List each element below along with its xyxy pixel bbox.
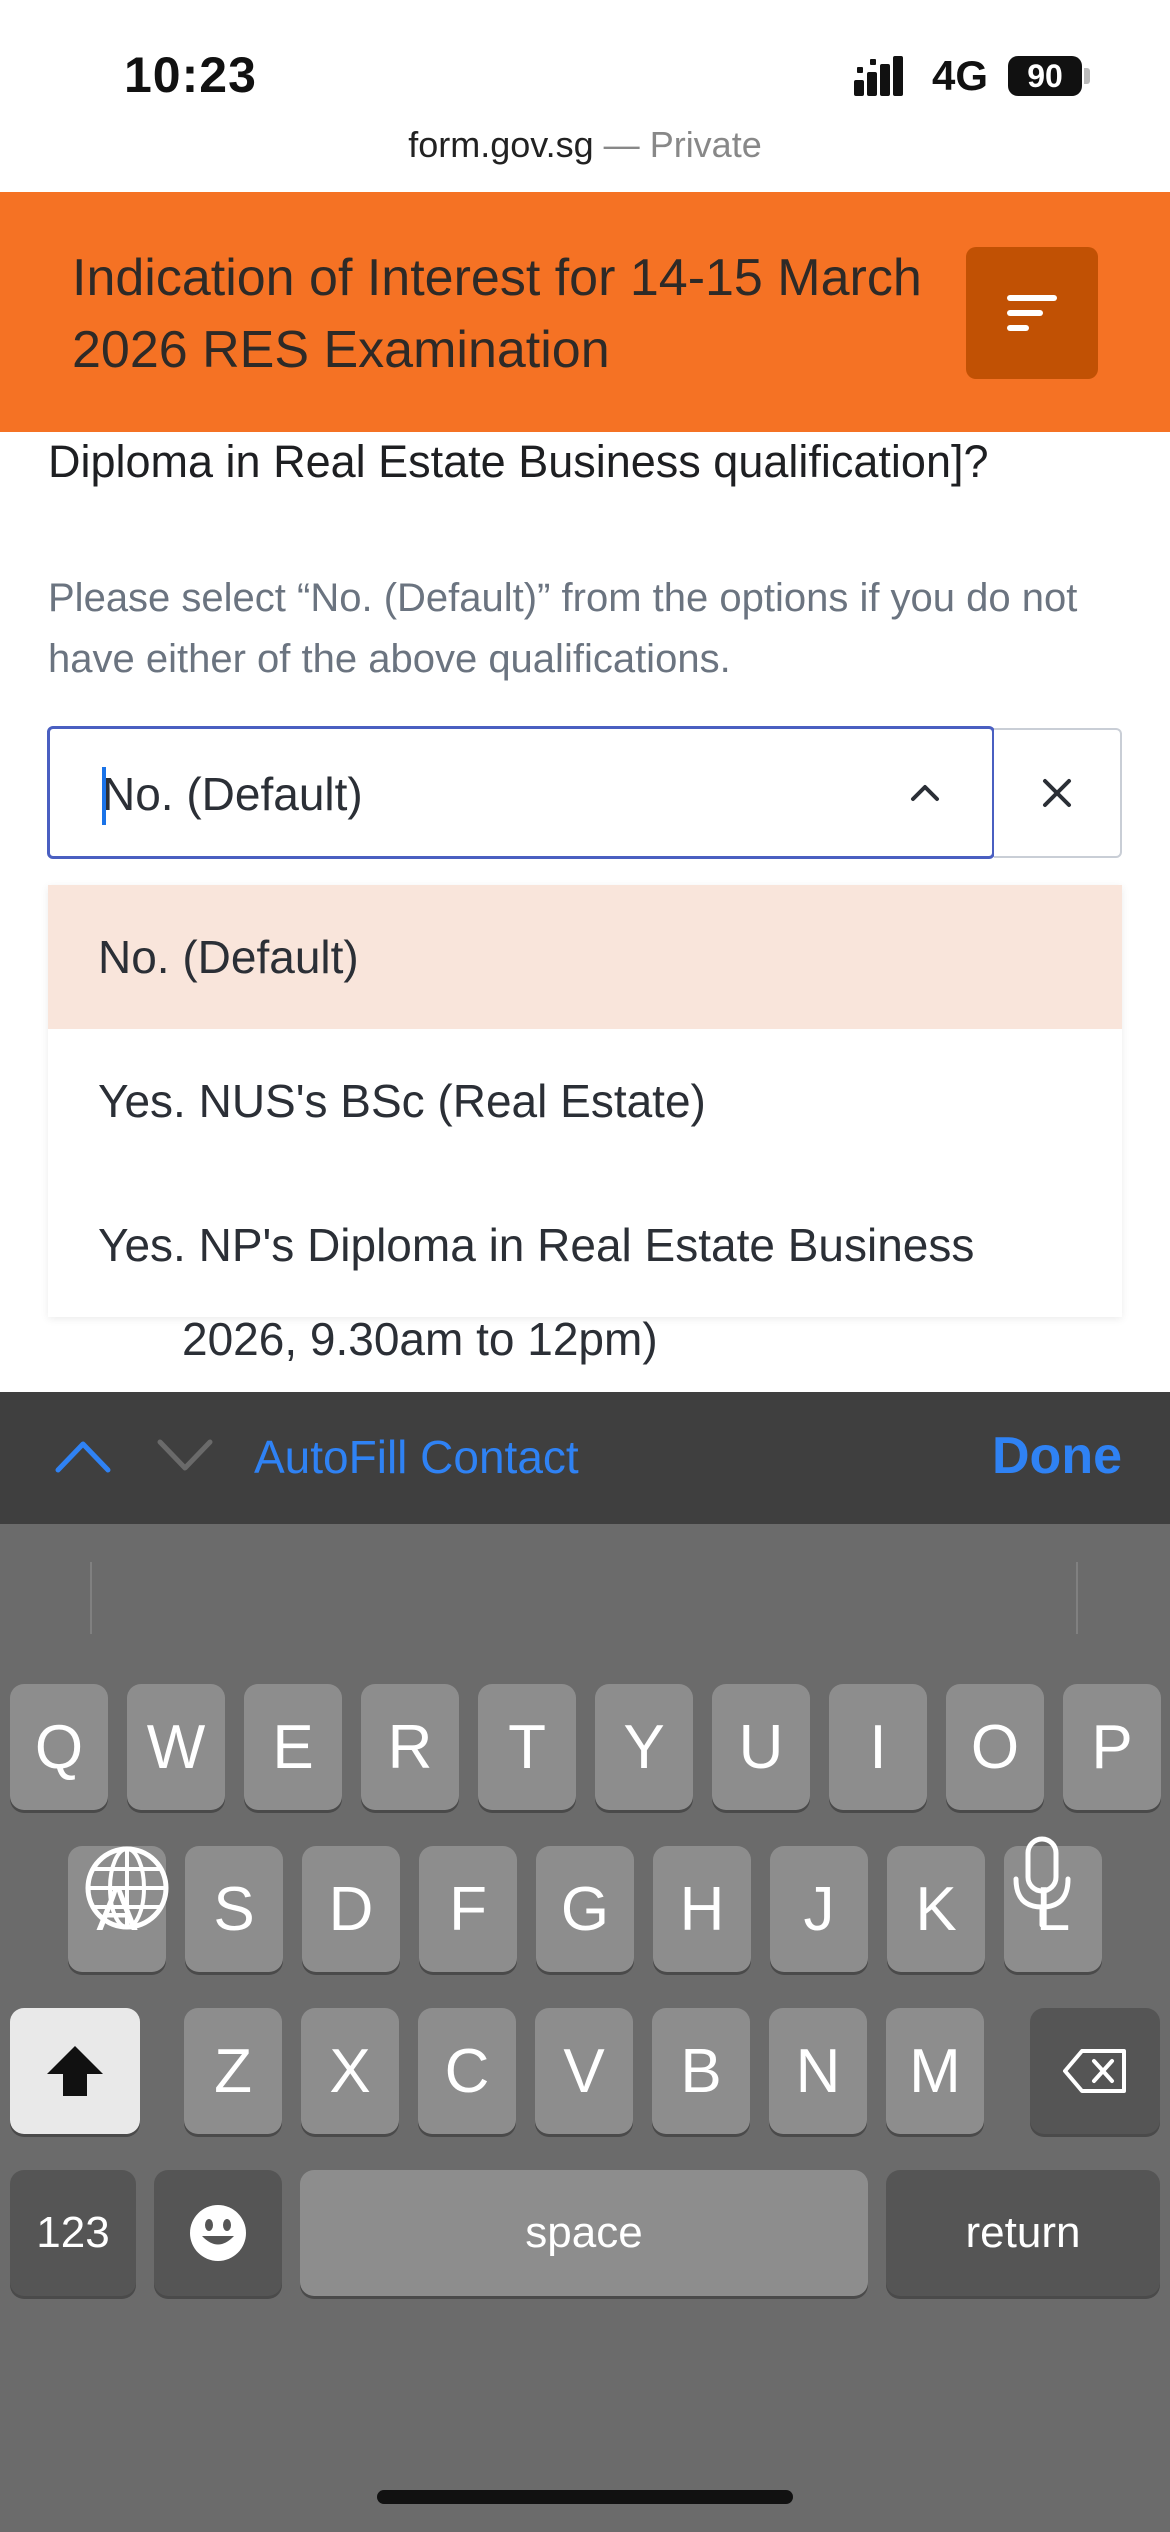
select-value: No. (Default) [102, 768, 363, 820]
prediction-divider [1076, 1562, 1078, 1634]
question-label: Diploma in Real Estate Business qualific… [48, 436, 989, 487]
emoji-key[interactable] [154, 2170, 282, 2296]
key-d[interactable]: D [302, 1846, 400, 1972]
key-u[interactable]: U [712, 1684, 810, 1810]
menu-button[interactable] [966, 247, 1098, 379]
url-domain: form.gov.sg [408, 124, 594, 165]
shift-key[interactable] [10, 2008, 140, 2134]
form-title: Indication of Interest for 14-15 March 2… [72, 249, 922, 379]
question-hint: Please select “No. (Default)” from the o… [48, 576, 1078, 681]
keyboard-accessory-bar: AutoFill Contact Done [0, 1392, 1170, 1524]
globe-icon[interactable] [84, 1845, 170, 1931]
prediction-divider [90, 1562, 92, 1634]
network-label: 4G [932, 52, 989, 99]
menu-icon [1007, 295, 1057, 331]
clear-selection-button[interactable] [994, 728, 1122, 858]
home-indicator[interactable] [377, 2490, 793, 2504]
key-z[interactable]: Z [184, 2008, 282, 2134]
dropdown-options: No. (Default) Yes. NUS's BSc (Real Estat… [48, 885, 1122, 1317]
next-field-icon[interactable] [156, 1438, 214, 1474]
previous-field-icon[interactable] [54, 1438, 112, 1474]
numbers-key[interactable]: 123 [10, 2170, 136, 2296]
signal-icon [854, 56, 903, 96]
option-nus-bsc[interactable]: Yes. NUS's BSc (Real Estate) [48, 1029, 1122, 1173]
close-icon [1043, 779, 1071, 807]
key-b[interactable]: B [652, 2008, 750, 2134]
shift-icon [47, 2046, 103, 2096]
key-t[interactable]: T [478, 1684, 576, 1810]
key-k[interactable]: K [887, 1846, 985, 1972]
key-i[interactable]: I [829, 1684, 927, 1810]
key-x[interactable]: X [301, 2008, 399, 2134]
return-key[interactable]: return [886, 2170, 1160, 2296]
key-r[interactable]: R [361, 1684, 459, 1810]
key-g[interactable]: G [536, 1846, 634, 1972]
emoji-icon [190, 2205, 246, 2261]
status-bar: 10:23 4G 90 form.gov.sg — Private [0, 0, 1170, 192]
backspace-key[interactable] [1030, 2008, 1160, 2134]
key-e[interactable]: E [244, 1684, 342, 1810]
form-header: Indication of Interest for 14-15 March 2… [0, 192, 1170, 432]
battery-icon: 90 [1008, 56, 1082, 96]
autofill-contact-button[interactable]: AutoFill Contact [254, 1430, 579, 1484]
key-q[interactable]: Q [10, 1684, 108, 1810]
key-h[interactable]: H [653, 1846, 751, 1972]
key-v[interactable]: V [535, 2008, 633, 2134]
key-y[interactable]: Y [595, 1684, 693, 1810]
url-bar[interactable]: form.gov.sg — Private [0, 124, 1170, 166]
battery-tip [1084, 68, 1090, 84]
microphone-icon[interactable] [1010, 1835, 1074, 1931]
done-button[interactable]: Done [992, 1426, 1122, 1486]
key-w[interactable]: W [127, 1684, 225, 1810]
key-c[interactable]: C [418, 2008, 516, 2134]
key-o[interactable]: O [946, 1684, 1044, 1810]
key-p[interactable]: P [1063, 1684, 1161, 1810]
space-key[interactable]: space [300, 2170, 868, 2296]
key-f[interactable]: F [419, 1846, 517, 1972]
key-n[interactable]: N [769, 2008, 867, 2134]
key-j[interactable]: J [770, 1846, 868, 1972]
key-s[interactable]: S [185, 1846, 283, 1972]
url-separator: — [593, 124, 650, 165]
status-time: 10:23 [124, 47, 257, 103]
option-np-diploma[interactable]: Yes. NP's Diploma in Real Estate Busines… [48, 1173, 1122, 1317]
private-label: Private [649, 124, 762, 165]
exam-session-text: 2026, 9.30am to 12pm) [182, 1313, 658, 1365]
qualification-select[interactable]: No. (Default) [47, 726, 995, 859]
chevron-up-icon[interactable] [907, 779, 943, 805]
backspace-icon [1063, 2049, 1126, 2093]
option-no-default[interactable]: No. (Default) [48, 885, 1122, 1029]
key-m[interactable]: M [886, 2008, 984, 2134]
text-caret [102, 767, 106, 825]
